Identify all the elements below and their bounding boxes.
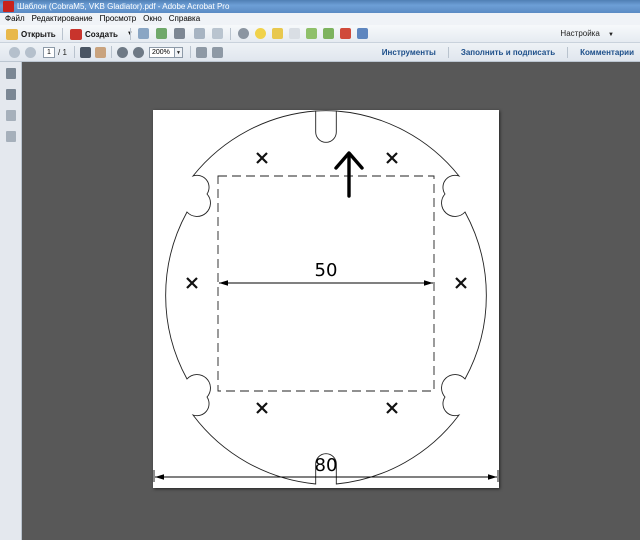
toolbar-separator <box>190 46 191 58</box>
toolbar-separator <box>111 46 112 58</box>
acrobat-app-icon <box>3 1 14 12</box>
select-cursor-icon[interactable] <box>80 47 91 58</box>
toolbar-separator <box>74 46 75 58</box>
template-drawing: 50 80 <box>153 110 499 485</box>
document-viewer[interactable]: 50 80 <box>22 62 640 540</box>
hand-tool-icon[interactable] <box>95 47 106 58</box>
fullscreen-icon[interactable] <box>212 47 223 58</box>
protect-icon[interactable] <box>357 28 368 39</box>
toolbar-separator <box>447 47 449 58</box>
menu-file[interactable]: Файл <box>5 13 25 25</box>
fill-sign-pane-link[interactable]: Заполнить и подписать <box>461 48 555 58</box>
chevron-down-icon: ▼ <box>608 32 614 38</box>
menu-bar: Файл Редактирование Просмотр Окно Справк… <box>0 13 640 25</box>
bookmarks-icon[interactable] <box>6 89 16 100</box>
zoom-dropdown-icon[interactable]: ▼ <box>175 47 183 58</box>
combine-icon[interactable] <box>323 28 334 39</box>
highlight-icon[interactable] <box>272 28 283 39</box>
template-outline-circle <box>165 110 487 485</box>
gear-icon[interactable] <box>238 28 249 39</box>
pdf-page: 50 80 <box>153 110 499 488</box>
save-icon[interactable] <box>138 28 149 39</box>
toolbar-separator <box>567 47 569 58</box>
main-toolbar: Открыть Создать ▼ Настройка ▼ <box>0 25 640 43</box>
create-pdf-icon <box>70 28 82 40</box>
menu-view[interactable]: Просмотр <box>100 13 137 25</box>
email-icon[interactable] <box>212 28 223 39</box>
folder-icon <box>6 28 18 40</box>
create-button[interactable]: Создать ▼ <box>70 27 133 41</box>
comments-pane-link[interactable]: Комментарии <box>580 48 634 58</box>
tools-pane-link[interactable]: Инструменты <box>382 48 436 58</box>
toolbar-separator <box>230 28 231 40</box>
panel-links: Инструменты Заполнить и подписать Коммен… <box>382 47 634 58</box>
next-page-icon[interactable] <box>25 47 36 58</box>
menu-window[interactable]: Окно <box>143 13 162 25</box>
window-title: Шаблон (CobraM5, VKB Gladiator).pdf - Ad… <box>17 2 230 11</box>
customize-dropdown[interactable]: Настройка ▼ <box>560 29 614 38</box>
navigation-pane <box>0 62 22 540</box>
template-outline <box>315 110 337 143</box>
signatures-icon[interactable] <box>6 110 16 121</box>
zoom-out-icon[interactable] <box>117 47 128 58</box>
fit-page-icon[interactable] <box>196 47 207 58</box>
redact-icon[interactable] <box>340 28 351 39</box>
dashed-square <box>217 175 435 392</box>
edit-icon[interactable] <box>194 28 205 39</box>
menu-edit[interactable]: Редактирование <box>32 13 93 25</box>
previous-page-icon[interactable] <box>9 47 20 58</box>
document-icon[interactable] <box>289 28 300 39</box>
menu-help[interactable]: Справка <box>169 13 200 25</box>
export-icon[interactable] <box>306 28 317 39</box>
title-bar: Шаблон (CobraM5, VKB Gladiator).pdf - Ad… <box>0 0 640 13</box>
page-thumbnails-icon[interactable] <box>6 68 16 79</box>
page-number-input[interactable] <box>43 47 55 58</box>
open-button[interactable]: Открыть <box>6 27 56 41</box>
toolbar-separator <box>130 28 131 40</box>
zoom-input[interactable] <box>149 47 175 58</box>
toolbar-separator <box>62 28 63 40</box>
direction-arrow-icon <box>334 151 364 198</box>
cloud-upload-icon[interactable] <box>156 28 167 39</box>
page-total: / 1 <box>58 48 67 57</box>
dimension-label-50: 50 <box>315 260 338 281</box>
attachments-icon[interactable] <box>6 131 16 142</box>
comment-icon[interactable] <box>255 28 266 39</box>
zoom-in-icon[interactable] <box>133 47 144 58</box>
navigation-toolbar: / 1 ▼ Инструменты Заполнить и подписать … <box>0 43 640 62</box>
print-icon[interactable] <box>174 28 185 39</box>
dimension-label-80: 80 <box>315 455 338 476</box>
